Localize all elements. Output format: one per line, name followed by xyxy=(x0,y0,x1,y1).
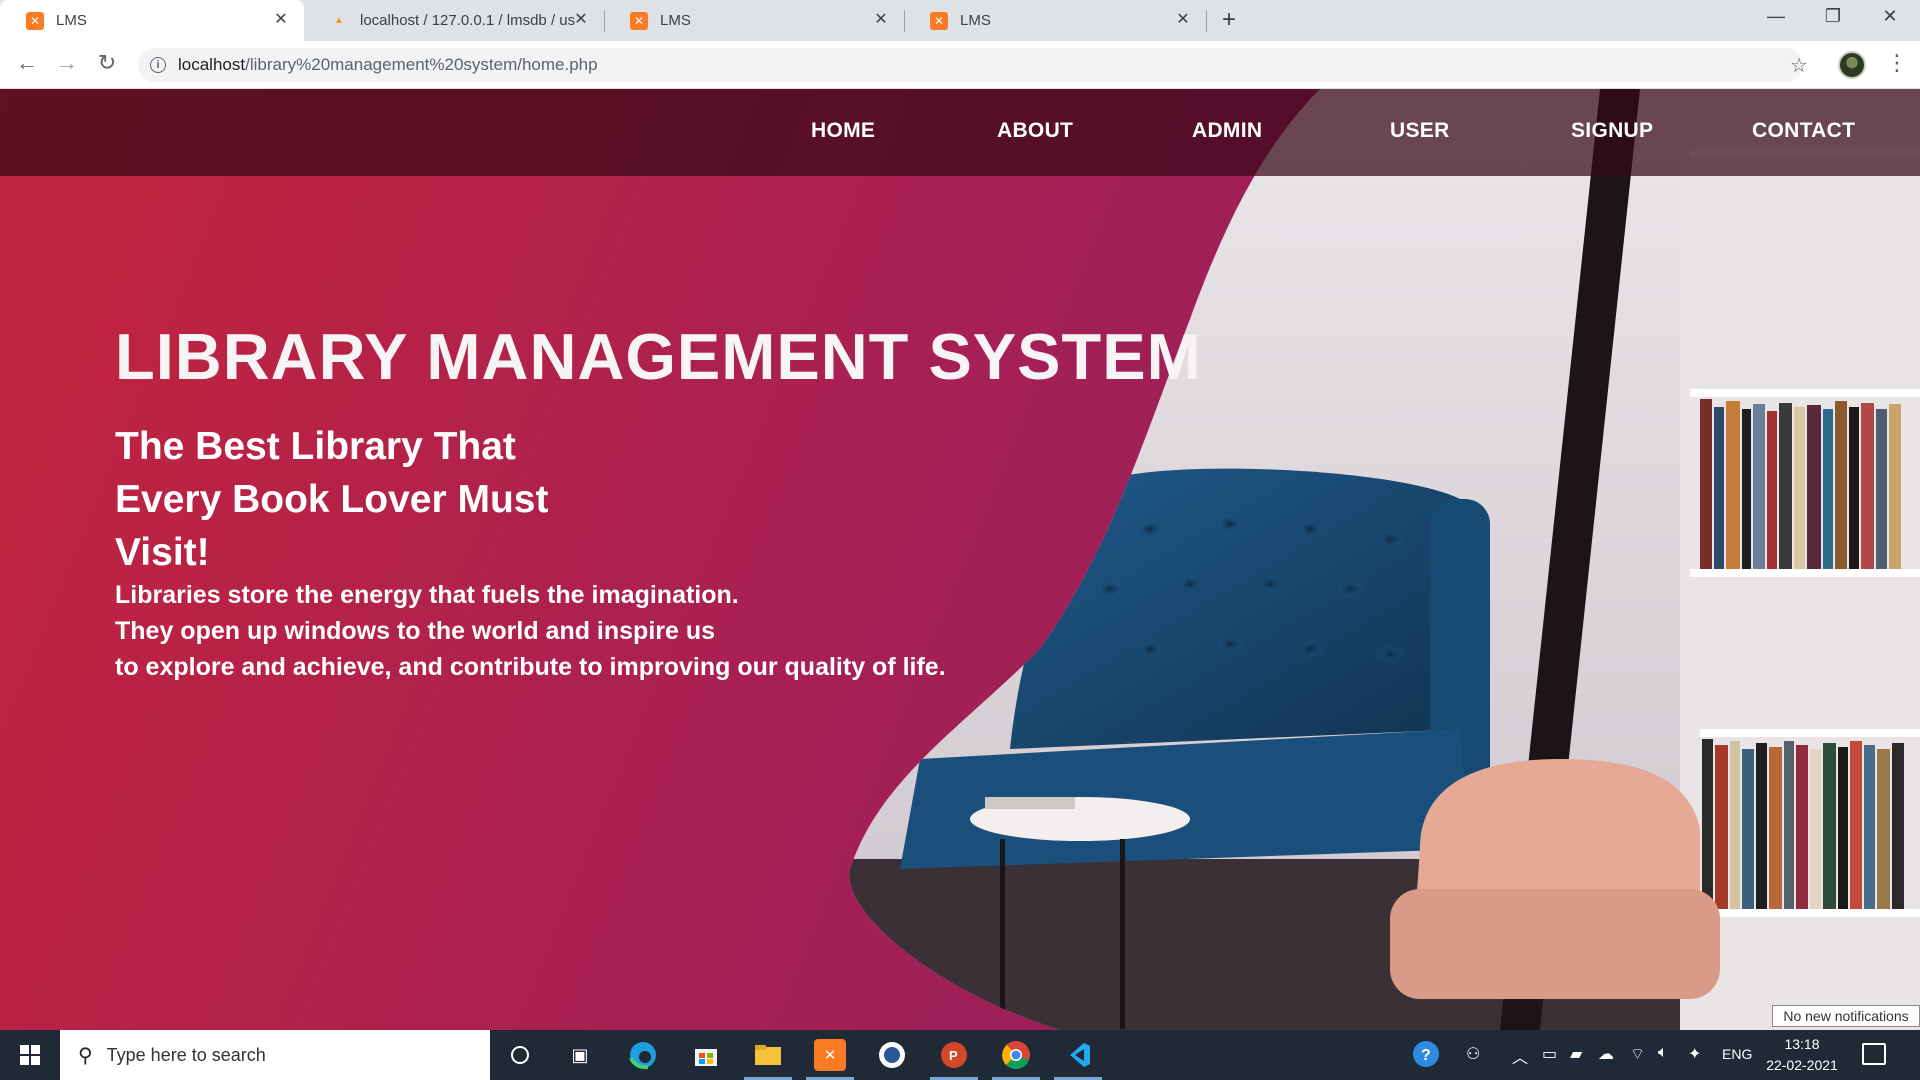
browser-tab-strip: ✕ LMS ✕ ▲ localhost / 127.0.0.1 / lmsdb … xyxy=(0,0,1920,41)
xampp-icon: ✕ xyxy=(630,11,648,30)
meet-now-icon[interactable]: ▭ xyxy=(1542,1044,1557,1064)
nav-admin[interactable]: ADMIN xyxy=(1192,119,1262,143)
restore-icon[interactable]: ❐ xyxy=(1813,6,1853,27)
file-explorer-icon[interactable] xyxy=(752,1039,784,1071)
close-tab-icon[interactable]: ✕ xyxy=(572,11,590,29)
hero-subtitle-line: Every Book Lover Must xyxy=(115,478,549,521)
xampp-icon: ✕ xyxy=(26,11,44,30)
dropbox-icon[interactable]: ✦ xyxy=(1688,1044,1701,1064)
tab-separator xyxy=(1206,10,1207,32)
profile-avatar[interactable] xyxy=(1838,51,1866,79)
hero-quote-line: to explore and achieve, and contribute t… xyxy=(115,653,946,681)
hero-quote: Libraries store the energy that fuels th… xyxy=(115,577,946,685)
hero-title: LIBRARY MANAGEMENT SYSTEM xyxy=(115,320,1202,393)
close-tab-icon[interactable]: ✕ xyxy=(1174,11,1192,29)
bookmark-star-icon[interactable]: ☆ xyxy=(1790,53,1808,78)
clock-time: 13:18 xyxy=(1784,1036,1820,1052)
svg-text:?: ? xyxy=(1421,1047,1431,1064)
nav-signup[interactable]: SIGNUP xyxy=(1571,119,1653,143)
chrome-icon[interactable] xyxy=(1000,1039,1032,1071)
onedrive-icon[interactable]: ☁ xyxy=(1598,1044,1614,1064)
library-home-page: HOME ABOUT ADMIN USER SIGNUP CONTACT LIB… xyxy=(0,89,1920,1030)
hero-subtitle-line: The Best Library That xyxy=(115,425,516,468)
search-placeholder: Type here to search xyxy=(106,1044,266,1065)
notification-toast: No new notifications xyxy=(1772,1005,1920,1027)
cortana-icon[interactable] xyxy=(504,1039,536,1071)
volume-icon[interactable]: 🔈︎ xyxy=(1658,1044,1668,1062)
language-indicator[interactable]: ENG xyxy=(1722,1046,1752,1062)
hero-subtitle-line: Visit! xyxy=(115,531,210,574)
url-text[interactable]: localhost/library%20management%20system/… xyxy=(178,55,598,75)
edge-icon[interactable] xyxy=(627,1039,659,1071)
address-bar[interactable]: i localhost/library%20management%20syste… xyxy=(138,48,1803,82)
word-icon[interactable] xyxy=(876,1039,908,1071)
hero-quote-line: They open up windows to the world and in… xyxy=(115,617,716,645)
tab-title: LMS xyxy=(660,12,691,29)
close-window-icon[interactable]: ✕ xyxy=(1870,6,1910,27)
url-host: localhost xyxy=(178,55,246,74)
close-tab-icon[interactable]: ✕ xyxy=(872,11,890,29)
forward-icon[interactable]: → xyxy=(53,51,81,75)
search-icon: ⚲ xyxy=(78,1044,93,1067)
url-path: /library%20management%20system/home.php xyxy=(245,55,598,74)
tab-lms-2[interactable]: ✕ LMS ✕ xyxy=(604,0,905,41)
tab-title: LMS xyxy=(960,12,991,29)
windows-taskbar: ⚲ Type here to search ▣ ✕ P ? ⚇ ︿ ▭ ▰ ☁ … xyxy=(0,1030,1920,1080)
nav-home[interactable]: HOME xyxy=(811,119,875,143)
minimize-icon[interactable]: — xyxy=(1756,6,1796,27)
help-icon[interactable]: ? xyxy=(1412,1040,1440,1073)
people-icon[interactable]: ⚇ xyxy=(1466,1044,1480,1064)
tab-lms-1[interactable]: ✕ LMS ✕ xyxy=(0,0,304,41)
taskbar-clock[interactable]: 13:18 22-02-2021 xyxy=(1762,1034,1842,1076)
tab-title: localhost / 127.0.0.1 / lmsdb / us xyxy=(360,12,575,29)
task-view-icon[interactable]: ▣ xyxy=(564,1039,596,1071)
tab-lms-3[interactable]: ✕ LMS ✕ xyxy=(904,0,1207,41)
show-hidden-icons-icon[interactable]: ︿ xyxy=(1512,1044,1528,1068)
nav-contact[interactable]: CONTACT xyxy=(1752,119,1855,143)
svg-text:P: P xyxy=(949,1048,958,1063)
vscode-icon[interactable] xyxy=(1062,1039,1094,1071)
action-center-icon[interactable] xyxy=(1862,1043,1886,1065)
nav-user[interactable]: USER xyxy=(1390,119,1450,143)
xampp-icon: ✕ xyxy=(930,11,948,30)
close-tab-icon[interactable]: ✕ xyxy=(272,11,290,29)
nav-about[interactable]: ABOUT xyxy=(997,119,1073,143)
menu-kebab-icon[interactable]: ⋮ xyxy=(1886,51,1908,75)
wifi-icon[interactable]: ⌔ xyxy=(1630,1044,1645,1064)
tab-title: LMS xyxy=(56,12,87,29)
hero-subtitle: The Best Library That Every Book Lover M… xyxy=(115,420,635,579)
clock-date: 22-02-2021 xyxy=(1766,1057,1838,1073)
site-info-icon[interactable]: i xyxy=(150,57,166,73)
reload-icon[interactable]: ↻ xyxy=(93,51,121,75)
tab-phpmyadmin[interactable]: ▲ localhost / 127.0.0.1 / lmsdb / us ✕ xyxy=(304,0,605,41)
xampp-icon[interactable]: ✕ xyxy=(814,1039,846,1071)
store-icon[interactable] xyxy=(690,1039,722,1071)
hero-quote-line: Libraries store the energy that fuels th… xyxy=(115,581,739,609)
powerpoint-icon[interactable]: P xyxy=(938,1039,970,1071)
back-icon[interactable]: ← xyxy=(13,51,41,75)
windows-start-icon[interactable] xyxy=(0,1030,60,1080)
browser-toolbar: ← → ↻ i localhost/library%20management%2… xyxy=(0,41,1920,89)
battery-icon[interactable]: ▰ xyxy=(1570,1044,1582,1064)
phpmyadmin-icon: ▲ xyxy=(334,15,344,26)
new-tab-icon[interactable]: + xyxy=(1222,8,1236,32)
top-nav-bar: HOME ABOUT ADMIN USER SIGNUP CONTACT xyxy=(0,89,1920,176)
taskbar-search-box[interactable]: ⚲ Type here to search xyxy=(60,1030,490,1080)
